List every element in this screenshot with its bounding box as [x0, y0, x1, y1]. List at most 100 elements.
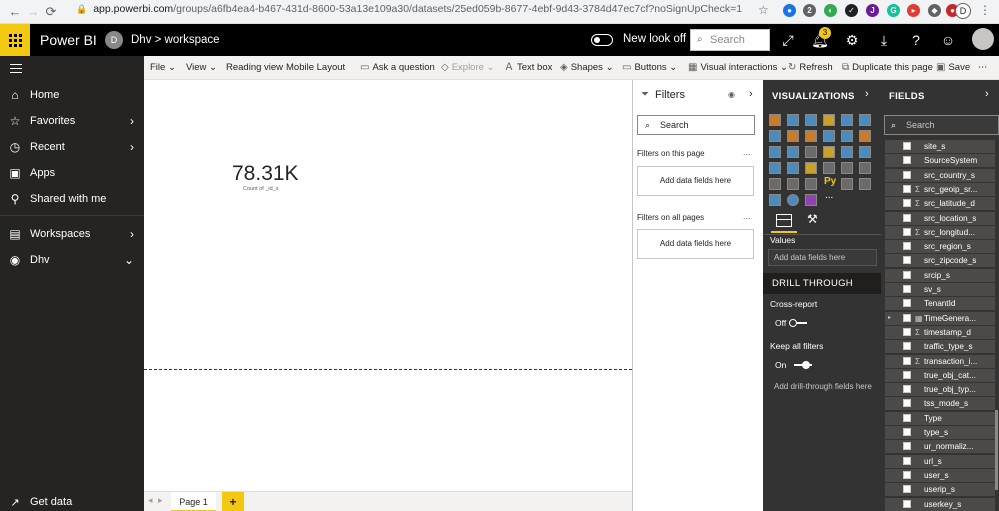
clustered-column-chart-icon[interactable]: [823, 114, 835, 126]
multi-row-card-icon[interactable]: [841, 162, 853, 174]
new-look-toggle[interactable]: [591, 34, 613, 46]
address-bar[interactable]: 🔒 app.powerbi.com/groups/a6fb4ea4-b467-4…: [76, 3, 742, 15]
get-data-button[interactable]: ↗ Get data: [0, 493, 144, 511]
qa-visual-icon[interactable]: [769, 194, 781, 206]
expand-icon[interactable]: ⤢: [772, 24, 804, 56]
field-item[interactable]: type_s: [885, 426, 995, 439]
hamburger-menu-icon[interactable]: [10, 64, 22, 76]
extension-icon[interactable]: ◐: [824, 4, 837, 17]
all-pages-filters-dropzone[interactable]: Add data fields here: [637, 229, 754, 259]
field-item[interactable]: Σtransaction_i...: [885, 354, 995, 368]
extension-icon[interactable]: ✓: [845, 4, 858, 17]
extension-icon[interactable]: ▸: [907, 4, 920, 17]
more-visuals-icon[interactable]: ...: [825, 190, 833, 201]
page-tab[interactable]: Page 1: [171, 492, 216, 511]
header-search-input[interactable]: ⌕ Search: [690, 29, 770, 51]
field-item[interactable]: src_country_s: [885, 168, 995, 182]
values-well[interactable]: Add data fields here: [768, 249, 877, 266]
forward-icon[interactable]: →: [24, 4, 42, 19]
field-item[interactable]: src_region_s: [885, 240, 995, 254]
view-menu[interactable]: View ⌄: [186, 56, 217, 80]
matrix-icon[interactable]: [805, 178, 817, 190]
field-checkbox[interactable]: [903, 399, 911, 408]
mobile-layout-button[interactable]: Mobile Layout: [286, 56, 345, 80]
explore-menu[interactable]: ◇ Explore ⌄: [441, 56, 495, 80]
nav-item-workspaces[interactable]: ▤ Workspaces ›: [0, 222, 144, 246]
treemap-icon[interactable]: [859, 146, 871, 158]
reading-view-button[interactable]: Reading view: [226, 56, 283, 80]
duplicate-page-button[interactable]: ⧉ Duplicate this page: [842, 56, 933, 80]
file-menu[interactable]: File ⌄: [150, 56, 176, 80]
field-item[interactable]: true_obj_cat...: [885, 368, 995, 382]
field-item[interactable]: srcip_s: [885, 268, 995, 282]
extension-icon[interactable]: ●: [783, 4, 796, 17]
app-title[interactable]: Power BI: [40, 32, 97, 48]
drill-through-well[interactable]: Add drill-through fields here: [768, 378, 877, 396]
area-chart-icon[interactable]: [787, 130, 799, 142]
field-item[interactable]: Σsrc_longitud...: [885, 225, 995, 239]
reload-icon[interactable]: ⟳: [42, 4, 60, 20]
extension-icon[interactable]: 2: [803, 4, 816, 17]
collapse-chevron-icon[interactable]: ›: [985, 88, 989, 100]
nav-item-dhv[interactable]: ◉ Dhv ⌄: [0, 248, 144, 272]
arcgis-map-icon[interactable]: [787, 194, 799, 206]
breadcrumb[interactable]: Dhv > workspace: [131, 34, 220, 46]
field-checkbox[interactable]: [903, 385, 911, 394]
donut-chart-icon[interactable]: [841, 146, 853, 158]
field-checkbox[interactable]: [903, 485, 911, 494]
percent-bar-chart-icon[interactable]: [841, 114, 853, 126]
shapes-menu[interactable]: ◈ Shapes ⌄: [560, 56, 614, 80]
ask-question-button[interactable]: ▭ Ask a question: [360, 56, 435, 80]
user-account-icon[interactable]: [972, 28, 994, 50]
field-checkbox[interactable]: [903, 170, 911, 179]
nav-item-recent[interactable]: ◷ Recent ›: [0, 135, 144, 159]
key-influencers-icon[interactable]: [841, 178, 853, 190]
fields-search-input[interactable]: ⌕ Search: [884, 115, 999, 135]
field-checkbox[interactable]: [903, 370, 911, 379]
field-checkbox[interactable]: [903, 227, 911, 236]
field-item[interactable]: ur_normaliz...: [885, 440, 995, 454]
field-checkbox[interactable]: [903, 313, 911, 322]
field-checkbox[interactable]: [903, 299, 911, 308]
stacked-bar-chart-icon[interactable]: [769, 114, 781, 126]
field-item[interactable]: site_s: [885, 140, 995, 153]
keep-all-filters-toggle[interactable]: [794, 361, 812, 369]
field-item[interactable]: Σsrc_latitude_d: [885, 197, 995, 211]
field-item[interactable]: traffic_type_s: [885, 340, 995, 354]
map-icon[interactable]: [769, 162, 781, 174]
field-item[interactable]: Σsrc_geoip_sr...: [885, 182, 995, 196]
ribbon-chart-icon[interactable]: [859, 130, 871, 142]
report-canvas[interactable]: 78.31K Count of _id_s: [144, 80, 632, 491]
field-checkbox[interactable]: [903, 456, 911, 465]
field-checkbox[interactable]: [903, 470, 911, 479]
waterfall-chart-icon[interactable]: [769, 146, 781, 158]
field-checkbox[interactable]: [903, 184, 911, 193]
field-checkbox[interactable]: [903, 199, 911, 208]
power-apps-icon[interactable]: [805, 194, 817, 206]
percent-column-chart-icon[interactable]: [859, 114, 871, 126]
feedback-smiley-icon[interactable]: ☺: [932, 24, 964, 56]
field-item[interactable]: userkey_s: [885, 497, 995, 511]
field-item[interactable]: tss_mode_s: [885, 397, 995, 411]
extension-icon[interactable]: J: [866, 4, 879, 17]
slicer-icon[interactable]: [769, 178, 781, 190]
fields-tab-icon[interactable]: [776, 214, 792, 227]
field-checkbox[interactable]: [903, 270, 911, 279]
field-checkbox[interactable]: [903, 413, 911, 422]
field-checkbox[interactable]: [903, 356, 911, 365]
clustered-bar-chart-icon[interactable]: [805, 114, 817, 126]
add-page-button[interactable]: +: [222, 492, 244, 511]
nav-item-apps[interactable]: ▣ Apps: [0, 161, 144, 185]
field-checkbox[interactable]: [903, 285, 911, 293]
help-icon[interactable]: ?: [900, 24, 932, 56]
buttons-menu[interactable]: ▭ Buttons ⌄: [622, 56, 677, 80]
visual-interactions-menu[interactable]: ▦ Visual interactions ⌄: [688, 56, 788, 80]
line-stacked-column-icon[interactable]: [841, 130, 853, 142]
field-item[interactable]: TenantId: [885, 297, 995, 311]
collapse-chevron-icon[interactable]: ›: [865, 88, 869, 100]
line-column-chart-icon[interactable]: [823, 130, 835, 142]
stacked-column-chart-icon[interactable]: [787, 114, 799, 126]
field-item[interactable]: url_s: [885, 454, 995, 468]
prev-page-icon[interactable]: ◂: [148, 495, 153, 506]
browser-menu-icon[interactable]: ⋮: [979, 3, 991, 17]
